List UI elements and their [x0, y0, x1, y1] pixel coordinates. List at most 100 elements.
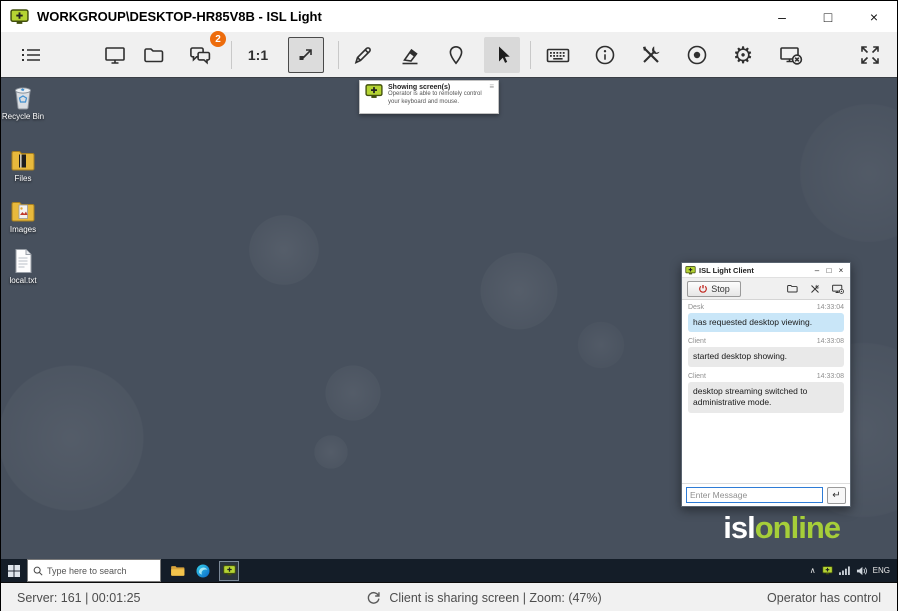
zoom-1to1-button[interactable]: 1:1: [240, 37, 276, 73]
fit-screen-button[interactable]: [288, 37, 324, 73]
taskbar-explorer-button[interactable]: [167, 561, 187, 581]
client-folder-icon[interactable]: [786, 283, 799, 295]
chat-icon: [188, 43, 213, 67]
info-button[interactable]: [587, 37, 623, 73]
eraser-button[interactable]: [392, 37, 428, 73]
desktop-icon-label: Files: [15, 174, 32, 183]
isl-taskbar-icon: [223, 565, 236, 576]
minimize-button[interactable]: –: [759, 1, 805, 32]
disconnect-display-button[interactable]: [773, 37, 809, 73]
chat-message-input[interactable]: [686, 487, 823, 503]
client-desktop-icon[interactable]: [831, 283, 845, 295]
taskbar-isl-button[interactable]: [219, 561, 239, 581]
network-icon[interactable]: [839, 566, 850, 575]
taskbar-search[interactable]: [27, 559, 161, 582]
chat-message-list: Desk 14:33:04 has requested desktop view…: [682, 300, 850, 483]
message-text: has requested desktop viewing.: [688, 313, 844, 332]
power-icon: [698, 284, 708, 294]
keyboard-button[interactable]: [540, 37, 576, 73]
client-close-button[interactable]: ×: [835, 266, 847, 275]
cursor-icon: [490, 43, 514, 67]
chat-badge: 2: [210, 31, 226, 47]
session-tooltip: Showing screen(s) Operator is able to re…: [359, 80, 499, 114]
status-sharing-zoom: Client is sharing screen | Zoom: (47%): [389, 591, 601, 605]
message-text: started desktop showing.: [688, 347, 844, 366]
tray-language[interactable]: ENG: [873, 566, 890, 575]
draw-button[interactable]: [345, 37, 381, 73]
files-folder-icon: [10, 148, 36, 172]
fullscreen-button[interactable]: [852, 37, 888, 73]
client-window-title: ISL Light Client: [699, 266, 811, 275]
tooltip-menu-icon[interactable]: ≡: [489, 84, 494, 110]
desktop-icon-local-txt[interactable]: local.txt: [1, 248, 45, 285]
status-server-time: Server: 161 | 00:01:25: [1, 591, 301, 605]
search-input[interactable]: [47, 566, 147, 576]
system-tray: ∧ ENG: [810, 566, 897, 576]
status-bar: Server: 161 | 00:01:25 Client is sharing…: [1, 582, 897, 611]
send-button[interactable]: ↵: [827, 487, 846, 504]
tools-button[interactable]: [633, 37, 669, 73]
title-bar: WORKGROUP\DESKTOP-HR85V8B - ISL Light – …: [1, 1, 897, 32]
monitor-x-icon: [778, 43, 804, 67]
folder-icon: [142, 43, 166, 67]
desktop-icon-files[interactable]: Files: [1, 148, 45, 183]
start-button[interactable]: [1, 559, 27, 582]
tooltip-title: Showing screen(s): [388, 84, 489, 91]
images-folder-icon: [10, 199, 36, 223]
client-toolbar: Stop: [682, 278, 850, 300]
desktop-icon-label: local.txt: [9, 276, 36, 285]
client-minimize-button[interactable]: –: [811, 266, 823, 275]
desktop-icon-images[interactable]: Images: [1, 199, 45, 234]
toolbar-separator: [231, 41, 232, 69]
tray-isl-icon[interactable]: [822, 566, 833, 575]
list-menu-icon: [19, 43, 43, 67]
tray-chevron-icon[interactable]: ∧: [810, 566, 816, 575]
client-tools-icon[interactable]: [809, 283, 821, 295]
stop-button-label: Stop: [711, 284, 730, 294]
taskbar-edge-button[interactable]: [193, 561, 213, 581]
islonline-logo: islonline: [723, 510, 840, 546]
eraser-icon: [398, 43, 422, 67]
client-title-bar: ISL Light Client – □ ×: [682, 263, 850, 278]
pencil-icon: [351, 43, 375, 67]
client-chat-window: ISL Light Client – □ × Stop: [681, 262, 851, 507]
chat-message: Client 14:33:08 desktop streaming switch…: [688, 373, 844, 413]
keyboard-icon: [545, 43, 571, 67]
toolbar-separator: [338, 41, 339, 69]
stop-button[interactable]: Stop: [687, 281, 741, 297]
maximize-button[interactable]: □: [805, 1, 851, 32]
cursor-control-button[interactable]: [484, 37, 520, 73]
speaker-icon[interactable]: [856, 566, 867, 576]
monitor-icon: [103, 43, 127, 67]
monitor-button[interactable]: [97, 37, 133, 73]
remote-desktop[interactable]: Showing screen(s) Operator is able to re…: [1, 78, 897, 559]
settings-button[interactable]: ⚙: [725, 37, 761, 73]
toolbar-separator: [530, 41, 531, 69]
file-transfer-button[interactable]: [136, 37, 172, 73]
desktop-icon-label: Recycle Bin: [2, 112, 44, 121]
chat-button[interactable]: 2: [182, 37, 218, 73]
edge-icon: [196, 564, 210, 578]
close-button[interactable]: ×: [851, 1, 897, 32]
status-operator-control: Operator has control: [667, 591, 897, 605]
message-sender: Client: [688, 373, 706, 380]
message-sender: Desk: [688, 304, 704, 311]
message-time: 14:33:08: [817, 338, 844, 345]
menu-button[interactable]: [13, 37, 49, 73]
chat-message: Client 14:33:08 started desktop showing.: [688, 338, 844, 366]
windows-logo-icon: [8, 565, 20, 577]
isl-client-icon: [685, 266, 696, 275]
logo-isl: isl: [723, 510, 754, 545]
pointer-marker-button[interactable]: [438, 37, 474, 73]
client-maximize-button[interactable]: □: [823, 266, 835, 275]
pin-icon: [444, 43, 468, 67]
record-button[interactable]: [679, 37, 715, 73]
isl-tooltip-icon: [364, 84, 384, 99]
desktop-icon-recycle-bin[interactable]: Recycle Bin: [1, 84, 45, 121]
message-time: 14:33:04: [817, 304, 844, 311]
gear-icon: ⚙: [733, 44, 754, 67]
recycle-bin-icon: [11, 84, 35, 110]
toolbar: 2 1:1: [1, 32, 897, 78]
explorer-folder-icon: [170, 564, 185, 577]
window-title: WORKGROUP\DESKTOP-HR85V8B - ISL Light: [37, 9, 322, 24]
